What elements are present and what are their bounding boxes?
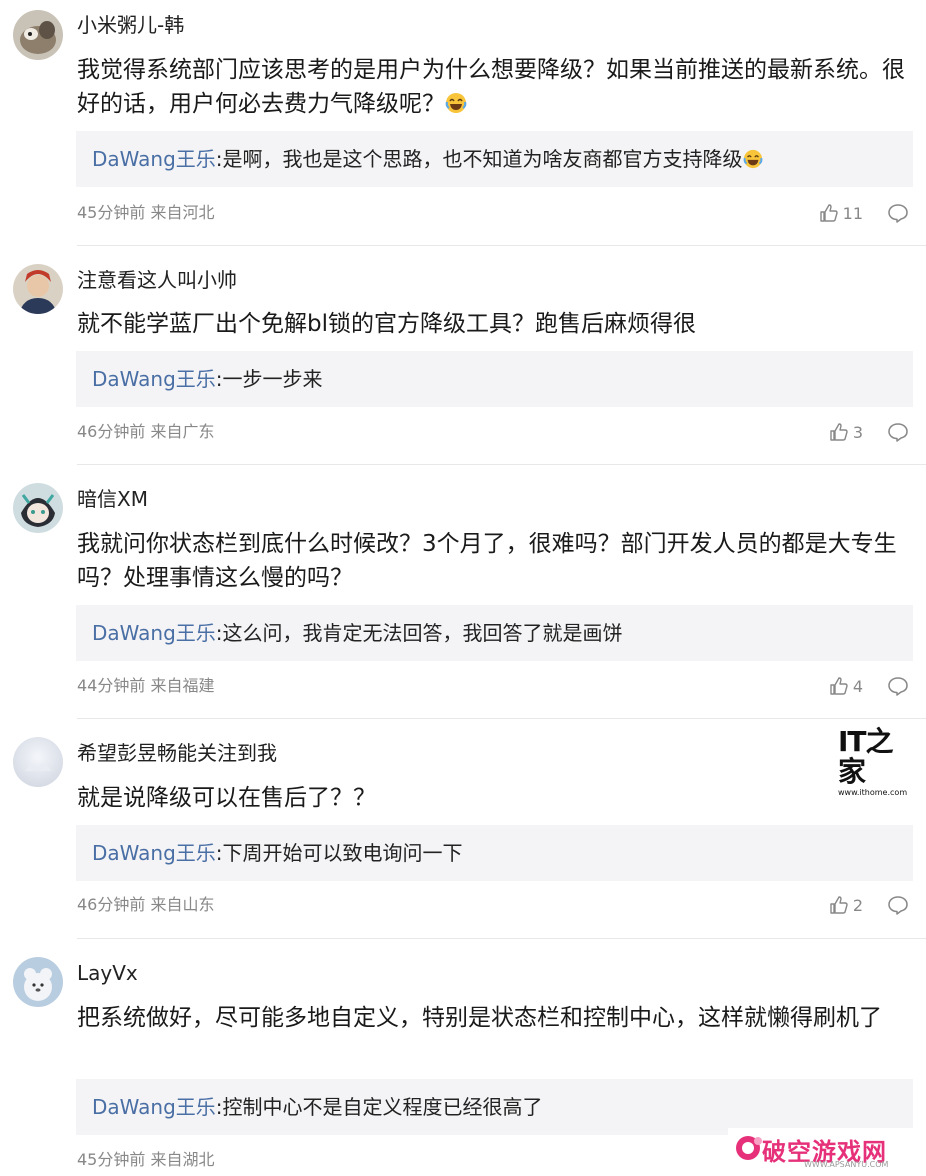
username[interactable]: LayVx — [77, 960, 138, 986]
reply-text: :这么问，我肯定无法回答，我回答了就是画饼 — [215, 621, 623, 645]
avatar[interactable] — [13, 264, 63, 314]
username[interactable]: 小米粥儿-韩 — [77, 12, 184, 38]
like-button[interactable]: 11 — [819, 203, 863, 223]
site-url: WWW.APSANYU.COM — [804, 1160, 889, 1169]
ithome-url: www.ithome.com — [838, 788, 908, 797]
comment-meta: 45分钟前 来自湖北 — [77, 1150, 215, 1169]
reply-author[interactable]: DaWang王乐 — [92, 841, 216, 865]
reply-box[interactable]: DaWang王乐:是啊，我也是这个思路，也不知道为啥友商都官方支持降级 — [76, 131, 913, 187]
reply-text: :是啊，我也是这个思路，也不知道为啥友商都官方支持降级 — [215, 147, 743, 171]
comment-actions: 3 — [829, 420, 909, 444]
like-count: 4 — [852, 676, 863, 696]
comment-meta: 44分钟前 来自福建 — [77, 676, 215, 695]
like-button[interactable]: 4 — [829, 676, 863, 696]
reply-text: :控制中心不是自定义程度已经很高了 — [215, 1095, 543, 1119]
divider — [77, 464, 926, 465]
ithome-logo: IT之家 — [838, 725, 894, 788]
username[interactable]: 注意看这人叫小帅 — [77, 267, 237, 293]
like-button[interactable]: 3 — [829, 422, 863, 442]
avatar[interactable] — [13, 957, 63, 1007]
reply-author[interactable]: DaWang王乐 — [92, 621, 216, 645]
avatar[interactable] — [13, 737, 63, 787]
reply-text: :下周开始可以致电询问一下 — [215, 841, 463, 865]
comment-actions: 4 — [829, 674, 909, 698]
like-count: 11 — [842, 203, 863, 223]
like-count: 2 — [852, 895, 863, 915]
comment-body: 把系统做好，尽可能多地自定义，特别是状态栏和控制中心，这样就懒得刷机了 — [77, 1005, 882, 1031]
thumbs-up-icon — [819, 204, 838, 222]
divider — [77, 938, 926, 939]
comment-text: 就是说降级可以在售后了？？ — [77, 781, 917, 815]
comment-body: 就是说降级可以在售后了？？ — [77, 785, 376, 811]
comment-meta: 46分钟前 来自广东 — [77, 422, 215, 441]
thumbs-up-icon — [830, 896, 848, 914]
speech-bubble-icon[interactable] — [887, 894, 909, 916]
username[interactable]: 暗信XM — [77, 486, 148, 512]
thumbs-up-icon — [830, 677, 848, 695]
speech-bubble-icon[interactable] — [887, 675, 909, 697]
reply-text: :一步一步来 — [215, 367, 323, 391]
comment-actions: 11 — [819, 201, 909, 225]
like-count: 3 — [852, 422, 863, 442]
laugh-cry-emoji-icon — [743, 149, 762, 169]
reply-box[interactable]: DaWang王乐:一步一步来 — [76, 351, 913, 407]
site-watermark: 破空游戏网 WWW.APSANYU.COM — [728, 1128, 926, 1176]
comment-body: 我就问你状态栏到底什么时候改？3个月了，很难吗？部门开发人员的都是大专生吗？处理… — [77, 531, 897, 591]
divider — [77, 245, 926, 246]
reply-box[interactable]: DaWang王乐:控制中心不是自定义程度已经很高了 — [76, 1079, 913, 1135]
like-button[interactable]: 2 — [829, 895, 863, 915]
reply-box[interactable]: DaWang王乐:下周开始可以致电询问一下 — [76, 825, 913, 881]
thumbs-up-icon — [830, 423, 848, 441]
divider — [77, 718, 926, 719]
reply-author[interactable]: DaWang王乐 — [92, 367, 216, 391]
reply-author[interactable]: DaWang王乐 — [92, 1095, 216, 1119]
comment-meta: 46分钟前 来自山东 — [77, 895, 215, 914]
speech-bubble-icon[interactable] — [887, 421, 909, 443]
reply-box[interactable]: DaWang王乐:这么问，我肯定无法回答，我回答了就是画饼 — [76, 605, 913, 661]
comment-text: 我就问你状态栏到底什么时候改？3个月了，很难吗？部门开发人员的都是大专生吗？处理… — [77, 527, 917, 595]
laugh-cry-emoji-icon — [445, 93, 467, 113]
comment-meta: 45分钟前 来自河北 — [77, 203, 215, 222]
username[interactable]: 希望彭昱畅能关注到我 — [77, 740, 277, 766]
avatar[interactable] — [13, 483, 63, 533]
comment-text: 把系统做好，尽可能多地自定义，特别是状态栏和控制中心，这样就懒得刷机了 — [77, 1001, 917, 1035]
comment-text: 就不能学蓝厂出个免解bl锁的官方降级工具？跑售后麻烦得很 — [77, 307, 917, 341]
comment-body: 就不能学蓝厂出个免解bl锁的官方降级工具？跑售后麻烦得很 — [77, 311, 696, 337]
speech-bubble-icon[interactable] — [887, 202, 909, 224]
reply-author[interactable]: DaWang王乐 — [92, 147, 216, 171]
comment-body: 我觉得系统部门应该思考的是用户为什么想要降级？如果当前推送的最新系统。很好的话，… — [77, 57, 905, 117]
ithome-watermark: IT之家 www.ithome.com — [838, 727, 918, 798]
comment-text: 我觉得系统部门应该思考的是用户为什么想要降级？如果当前推送的最新系统。很好的话，… — [77, 53, 917, 121]
avatar[interactable] — [13, 10, 63, 60]
comment-actions: 2 — [829, 893, 909, 917]
